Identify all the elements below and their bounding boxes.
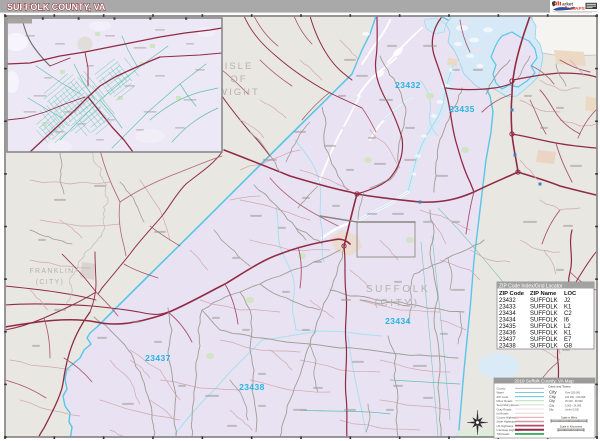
svg-text:FRANKLIN: FRANKLIN <box>29 268 74 275</box>
svg-text:23435: 23435 <box>449 104 475 114</box>
svg-text:City: City <box>549 403 555 407</box>
svg-text:23437: 23437 <box>145 353 171 363</box>
svg-text:G8: G8 <box>564 343 573 349</box>
svg-text:arket: arket <box>562 1 573 6</box>
svg-text:SUFFOLK: SUFFOLK <box>530 298 558 304</box>
svg-text:SUFFOLK COUNTY, VA: SUFFOLK COUNTY, VA <box>7 2 106 12</box>
svg-text:23434: 23434 <box>499 311 516 317</box>
svg-text:SUFFOLK: SUFFOLK <box>530 311 558 317</box>
svg-text:23434: 23434 <box>499 317 516 323</box>
svg-text:SUFFOLK: SUFFOLK <box>530 304 558 310</box>
svg-text:Cities and Towns: Cities and Towns <box>548 385 571 389</box>
svg-text:25,000 - 99,999: 25,000 - 99,999 <box>565 400 583 403</box>
svg-text:SUFFOLK: SUFFOLK <box>530 324 558 330</box>
svg-text:Under 5,000: Under 5,000 <box>565 409 579 412</box>
svg-text:Scale in Kilometers: Scale in Kilometers <box>560 425 583 429</box>
svg-text:23437: 23437 <box>499 337 516 343</box>
svg-text:C2: C2 <box>564 311 572 317</box>
svg-text:K1: K1 <box>564 304 572 310</box>
svg-text:23438: 23438 <box>499 343 516 349</box>
svg-text:SUFFOLK: SUFFOLK <box>530 337 558 343</box>
svg-text:OF: OF <box>230 74 247 85</box>
svg-text:23433: 23433 <box>499 304 516 310</box>
svg-text:L2: L2 <box>564 324 571 330</box>
svg-text:SUFFOLK: SUFFOLK <box>530 343 558 349</box>
svg-text:LOC: LOC <box>564 291 577 297</box>
svg-text:J2: J2 <box>564 298 571 304</box>
svg-text:23436: 23436 <box>499 330 516 336</box>
svg-text:2019 Suffolk County, VA Map: 2019 Suffolk County, VA Map <box>514 378 574 383</box>
svg-text:SUFFOLK: SUFFOLK <box>530 330 558 336</box>
svg-text:23435: 23435 <box>499 324 516 330</box>
svg-text:ZIP Name: ZIP Name <box>530 291 557 297</box>
svg-text:SUFFOLK: SUFFOLK <box>530 317 558 323</box>
svg-text:E7: E7 <box>564 337 572 343</box>
svg-text:Over 250,000: Over 250,000 <box>565 392 581 395</box>
svg-text:City: City <box>549 408 554 412</box>
svg-text:Scale in Miles: Scale in Miles <box>561 416 578 420</box>
svg-text:(CITY): (CITY) <box>36 279 64 286</box>
svg-text:WIGHT: WIGHT <box>218 87 260 98</box>
svg-text:ZIP Code: ZIP Code <box>499 291 525 297</box>
svg-text:City: City <box>549 394 556 399</box>
svg-text:23432: 23432 <box>499 298 516 304</box>
svg-text:23432: 23432 <box>395 80 421 90</box>
svg-text:SUFFOLK: SUFFOLK <box>366 284 430 295</box>
svg-text:(CITY): (CITY) <box>374 298 419 309</box>
svg-text:100,000 - 249,999: 100,000 - 249,999 <box>565 396 586 399</box>
svg-text:K1: K1 <box>564 330 572 336</box>
svg-text:MAPS: MAPS <box>571 6 586 12</box>
svg-text:ISLE: ISLE <box>225 61 254 72</box>
svg-text:23438: 23438 <box>239 382 265 392</box>
svg-text:Toll Roads: Toll Roads <box>497 432 511 436</box>
svg-text:I6: I6 <box>564 317 570 323</box>
svg-text:5,000 - 24,999: 5,000 - 24,999 <box>565 404 582 407</box>
svg-text:ZIP Code Index/Grid Locator: ZIP Code Index/Grid Locator <box>499 283 563 289</box>
svg-text:23434: 23434 <box>385 316 411 326</box>
